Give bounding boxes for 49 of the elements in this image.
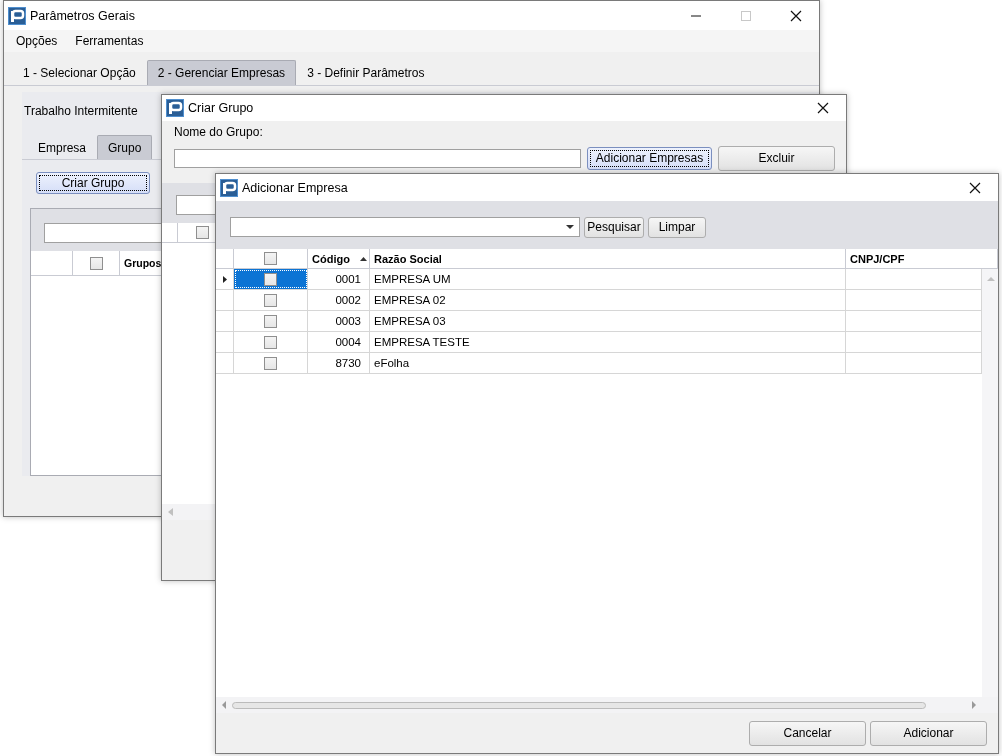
checkbox[interactable] xyxy=(264,293,277,307)
app-logo-icon xyxy=(8,6,26,25)
dialog-button[interactable]: Cancelar xyxy=(749,720,866,746)
field-label: Nome do Grupo: xyxy=(174,125,264,139)
column-header[interactable]: Grupos xyxy=(124,257,162,269)
checkbox[interactable] xyxy=(196,226,209,239)
search-button[interactable]: Pesquisar xyxy=(584,216,644,238)
dialog-button[interactable]: Excluir xyxy=(718,145,835,171)
search-button[interactable]: Limpar xyxy=(648,216,706,238)
close-icon xyxy=(790,9,802,22)
menu-item[interactable]: Opções xyxy=(16,34,58,48)
tab[interactable]: Empresa xyxy=(27,135,98,159)
dialog-button[interactable]: Adicionar xyxy=(870,720,987,746)
app-logo-icon xyxy=(166,99,184,117)
column-header[interactable]: Razão Social xyxy=(374,252,442,265)
group-name-field[interactable] xyxy=(174,148,581,168)
tab[interactable]: 2 - Gerenciar Empresas xyxy=(146,60,297,85)
vertical-scrollbar[interactable] xyxy=(982,269,998,697)
row-pointer-icon xyxy=(222,275,227,283)
column-header[interactable]: Código xyxy=(312,252,350,265)
tab[interactable]: 3 - Definir Parâmetros xyxy=(296,60,436,85)
checkbox[interactable] xyxy=(89,256,103,270)
tab[interactable]: 1 - Selecionar Opção xyxy=(12,60,147,85)
checkbox[interactable] xyxy=(264,252,277,265)
checkbox[interactable] xyxy=(264,314,277,328)
menu-item[interactable]: Ferramentas xyxy=(75,34,144,48)
dropdown-caret-icon xyxy=(566,225,574,229)
scroll-left-icon[interactable] xyxy=(168,508,173,516)
create-group-button[interactable]: Criar Grupo xyxy=(36,172,150,194)
window-title: Criar Grupo xyxy=(188,101,255,115)
app-logo-icon xyxy=(220,178,238,197)
close-icon xyxy=(969,181,981,194)
scroll-up-icon[interactable] xyxy=(987,277,995,281)
sort-ascending-icon xyxy=(359,256,367,261)
window-title: Parâmetros Gerais xyxy=(30,8,136,23)
tab[interactable]: Grupo xyxy=(97,135,153,159)
close-icon xyxy=(817,102,829,114)
horizontal-scrollbar[interactable] xyxy=(216,697,998,713)
checkbox[interactable] xyxy=(264,335,277,349)
scroll-right-icon[interactable] xyxy=(972,701,976,709)
scroll-left-icon[interactable] xyxy=(222,701,226,709)
search-combo[interactable] xyxy=(230,217,580,237)
checkbox[interactable] xyxy=(264,356,277,370)
column-header[interactable]: CNPJ/CPF xyxy=(850,252,905,265)
checkbox[interactable] xyxy=(264,272,277,286)
section-title: Trabalho Intermitente xyxy=(24,104,138,118)
dialog-button[interactable]: Adicionar Empresas xyxy=(587,146,712,170)
window-title: Adicionar Empresa xyxy=(242,180,349,195)
maximize-icon xyxy=(740,9,752,22)
